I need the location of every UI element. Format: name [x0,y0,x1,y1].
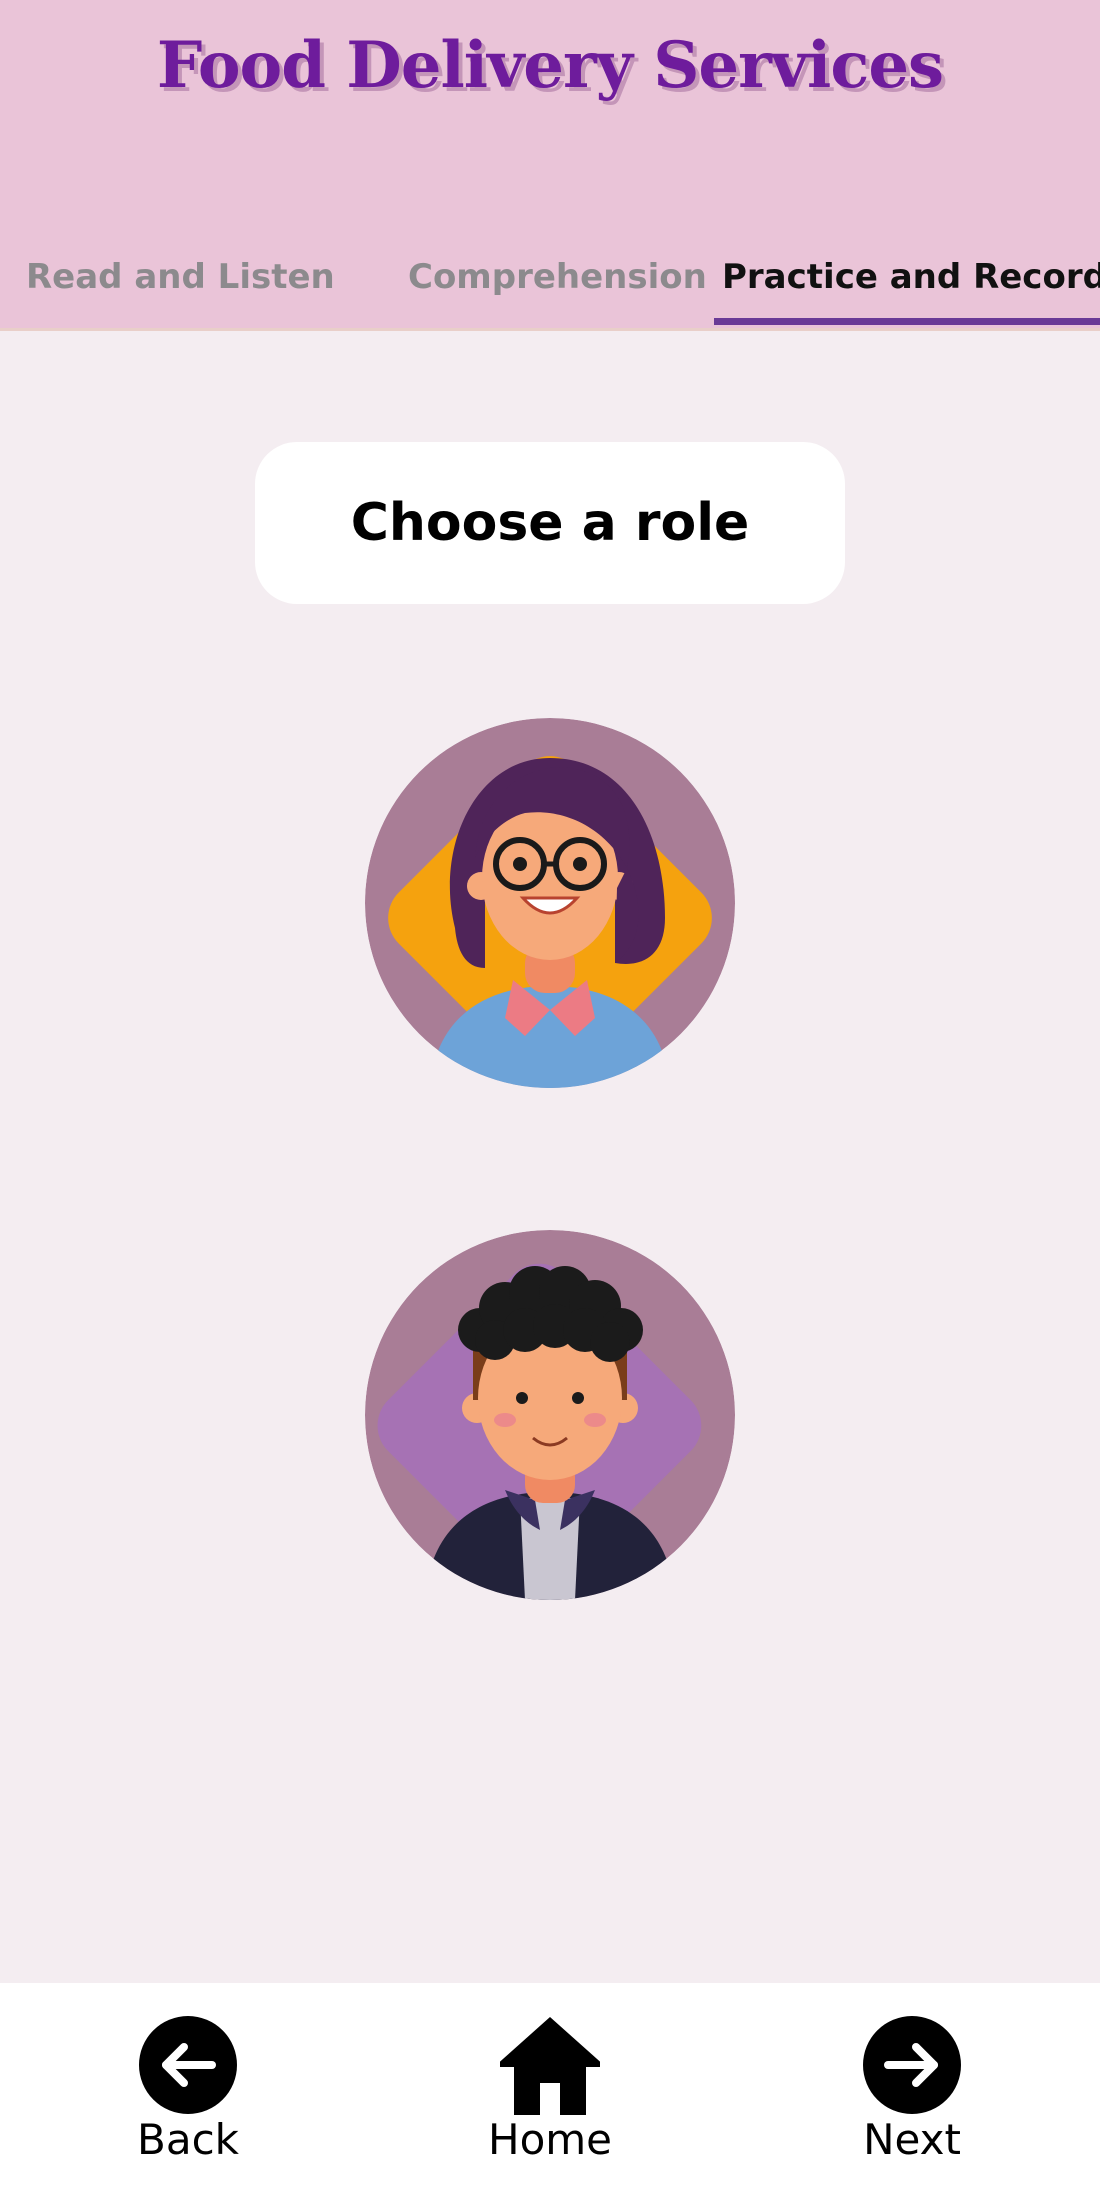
next-label: Next [863,2115,961,2164]
back-label: Back [137,2115,239,2164]
role-avatar-male[interactable] [365,1230,735,1600]
tab-comprehension[interactable]: Comprehension [408,254,707,300]
role-avatar-female[interactable] [365,718,735,1088]
back-button[interactable]: Back [88,1983,288,2200]
app-title: Food Delivery Services [156,28,944,103]
tab-practice-and-record[interactable]: Practice and Record [722,254,1100,300]
female-avatar-icon [365,718,735,1088]
home-button[interactable]: Home [450,1983,650,2200]
tab-read-and-listen[interactable]: Read and Listen [26,254,335,300]
home-icon [500,2017,600,2115]
home-label: Home [487,2115,613,2164]
next-button[interactable]: Next [812,1983,1012,2200]
active-tab-indicator [714,318,1100,325]
choose-role-heading: Choose a role [255,442,845,604]
app-header: Food Delivery Services Read and Listen C… [0,0,1100,331]
bottom-navigation-bar: Back Home Next [0,1983,1100,2200]
male-avatar-icon [365,1230,735,1600]
arrow-right-icon [863,2016,961,2114]
arrow-left-icon [139,2016,237,2114]
